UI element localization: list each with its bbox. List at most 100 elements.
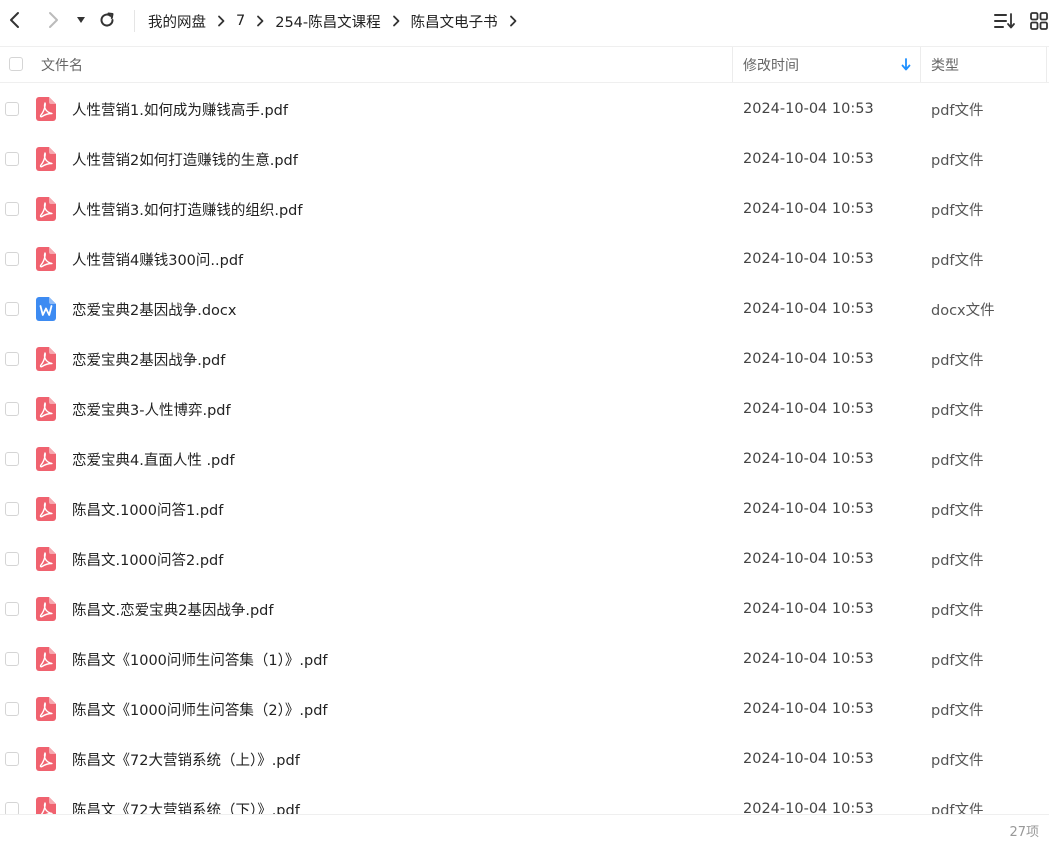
column-divider[interactable] bbox=[1046, 47, 1047, 82]
file-modified-time: 2024-10-04 10:53 bbox=[743, 251, 874, 267]
row-checkbox[interactable] bbox=[5, 252, 19, 266]
file-modified-time: 2024-10-04 10:53 bbox=[743, 301, 874, 317]
file-type: pdf文件 bbox=[931, 102, 984, 119]
row-checkbox[interactable] bbox=[5, 702, 19, 716]
word-icon bbox=[36, 297, 56, 321]
row-checkbox[interactable] bbox=[5, 302, 19, 316]
forward-button[interactable] bbox=[42, 9, 64, 31]
file-modified-time: 2024-10-04 10:53 bbox=[743, 601, 874, 617]
file-list: 人性营销1.如何成为赚钱高手.pdf 2024-10-04 10:53 pdf文件人… bbox=[0, 84, 1049, 814]
table-row[interactable]: 陈昌文《72大营销系统（上）》.pdf 2024-10-04 10:53 pdf文件 bbox=[0, 734, 1049, 784]
file-name[interactable]: 人性营销4赚钱300问..pdf bbox=[72, 234, 243, 284]
row-checkbox[interactable] bbox=[5, 602, 19, 616]
chevron-right-icon[interactable] bbox=[508, 15, 518, 27]
row-checkbox[interactable] bbox=[5, 502, 19, 516]
pdf-icon bbox=[36, 497, 56, 521]
sort-desc-arrow-icon[interactable] bbox=[901, 47, 911, 82]
table-row[interactable]: 陈昌文.1000问答1.pdf 2024-10-04 10:53 pdf文件 bbox=[0, 484, 1049, 534]
table-row[interactable]: 恋爱宝典2基因战争.pdf 2024-10-04 10:53 pdf文件 bbox=[0, 334, 1049, 384]
row-checkbox[interactable] bbox=[5, 752, 19, 766]
refresh-button[interactable] bbox=[96, 9, 118, 31]
table-row[interactable]: 陈昌文《1000问师生问答集（1）》.pdf 2024-10-04 10:53 pd… bbox=[0, 634, 1049, 684]
file-name[interactable]: 陈昌文.1000问答1.pdf bbox=[72, 484, 223, 534]
grid-view-button[interactable] bbox=[1027, 10, 1049, 32]
sort-button[interactable] bbox=[993, 10, 1017, 32]
breadcrumb-item-ebooks[interactable]: 陈昌文电子书 bbox=[411, 11, 498, 32]
table-row[interactable]: 人性营销3.如何打造赚钱的组织.pdf 2024-10-04 10:53 pdf文件 bbox=[0, 184, 1049, 234]
file-modified-time: 2024-10-04 10:53 bbox=[743, 551, 874, 567]
table-row[interactable]: 恋爱宝典2基因战争.docx 2024-10-04 10:53 docx文件 bbox=[0, 284, 1049, 334]
item-count: 27项 bbox=[1009, 824, 1039, 840]
file-type: docx文件 bbox=[931, 302, 995, 319]
row-checkbox[interactable] bbox=[5, 352, 19, 366]
pdf-icon bbox=[36, 597, 56, 621]
row-checkbox[interactable] bbox=[5, 452, 19, 466]
row-checkbox[interactable] bbox=[5, 552, 19, 566]
pdf-icon bbox=[36, 547, 56, 571]
select-all-checkbox[interactable] bbox=[9, 57, 23, 71]
table-row[interactable]: 陈昌文《1000问师生问答集（2）》.pdf 2024-10-04 10:53 pd… bbox=[0, 684, 1049, 734]
chevron-right-icon bbox=[255, 15, 265, 27]
sort-list-icon bbox=[994, 13, 1015, 29]
file-type: pdf文件 bbox=[931, 702, 984, 719]
table-row[interactable]: 恋爱宝典3-人性博弈.pdf 2024-10-04 10:53 pdf文件 bbox=[0, 384, 1049, 434]
file-name[interactable]: 陈昌文.恋爱宝典2基因战争.pdf bbox=[72, 584, 273, 634]
toolbar: 我的网盘 7 254-陈昌文课程 陈昌文电子书 bbox=[0, 0, 1049, 42]
pdf-icon bbox=[36, 697, 56, 721]
file-name[interactable]: 人性营销2如何打造赚钱的生意.pdf bbox=[72, 134, 298, 184]
file-type: pdf文件 bbox=[931, 552, 984, 569]
pdf-icon bbox=[36, 397, 56, 421]
row-checkbox[interactable] bbox=[5, 652, 19, 666]
column-header-modified[interactable]: 修改时间 bbox=[743, 47, 799, 82]
file-name[interactable]: 陈昌文《1000问师生问答集（1）》.pdf bbox=[72, 634, 328, 684]
file-type: pdf文件 bbox=[931, 352, 984, 369]
table-row[interactable]: 陈昌文《72大营销系统（下）》.pdf 2024-10-04 10:53 pdf文件 bbox=[0, 784, 1049, 814]
row-checkbox[interactable] bbox=[5, 802, 19, 814]
file-modified-time: 2024-10-04 10:53 bbox=[743, 801, 874, 814]
file-type: pdf文件 bbox=[931, 402, 984, 419]
history-dropdown-button[interactable] bbox=[70, 9, 92, 31]
pdf-icon bbox=[36, 797, 56, 814]
file-name[interactable]: 陈昌文《72大营销系统（下）》.pdf bbox=[72, 784, 300, 815]
file-type: pdf文件 bbox=[931, 152, 984, 169]
column-header-type[interactable]: 类型 bbox=[931, 47, 959, 82]
file-type: pdf文件 bbox=[931, 752, 984, 769]
file-name[interactable]: 陈昌文《1000问师生问答集（2）》.pdf bbox=[72, 684, 328, 734]
file-name[interactable]: 恋爱宝典3-人性博弈.pdf bbox=[72, 384, 231, 434]
file-name[interactable]: 陈昌文《72大营销系统（上）》.pdf bbox=[72, 734, 300, 784]
chevron-right-icon bbox=[216, 15, 226, 27]
file-type: pdf文件 bbox=[931, 202, 984, 219]
file-modified-time: 2024-10-04 10:53 bbox=[743, 651, 874, 667]
column-header-name[interactable]: 文件名 bbox=[41, 47, 83, 82]
file-modified-time: 2024-10-04 10:53 bbox=[743, 751, 874, 767]
file-name[interactable]: 人性营销3.如何打造赚钱的组织.pdf bbox=[72, 184, 302, 234]
breadcrumb-item-root[interactable]: 我的网盘 bbox=[148, 11, 206, 32]
breadcrumb-item-7[interactable]: 7 bbox=[236, 13, 245, 29]
table-row[interactable]: 人性营销2如何打造赚钱的生意.pdf 2024-10-04 10:53 pdf文件 bbox=[0, 134, 1049, 184]
file-name[interactable]: 恋爱宝典2基因战争.pdf bbox=[72, 334, 225, 384]
file-modified-time: 2024-10-04 10:53 bbox=[743, 151, 874, 167]
table-row[interactable]: 陈昌文.恋爱宝典2基因战争.pdf 2024-10-04 10:53 pdf文件 bbox=[0, 584, 1049, 634]
table-row[interactable]: 人性营销4赚钱300问..pdf 2024-10-04 10:53 pdf文件 bbox=[0, 234, 1049, 284]
file-modified-time: 2024-10-04 10:53 bbox=[743, 701, 874, 717]
chevron-right-icon bbox=[49, 12, 58, 28]
file-name[interactable]: 恋爱宝典2基因战争.docx bbox=[72, 284, 236, 334]
row-checkbox[interactable] bbox=[5, 402, 19, 416]
back-button[interactable] bbox=[4, 9, 26, 31]
row-checkbox[interactable] bbox=[5, 102, 19, 116]
file-name[interactable]: 恋爱宝典4.直面人性 .pdf bbox=[72, 434, 235, 484]
column-divider[interactable] bbox=[732, 47, 733, 82]
row-checkbox[interactable] bbox=[5, 152, 19, 166]
file-type: pdf文件 bbox=[931, 452, 984, 469]
breadcrumb-item-course[interactable]: 254-陈昌文课程 bbox=[275, 11, 380, 32]
table-row[interactable]: 陈昌文.1000问答2.pdf 2024-10-04 10:53 pdf文件 bbox=[0, 534, 1049, 584]
table-row[interactable]: 恋爱宝典4.直面人性 .pdf 2024-10-04 10:53 pdf文件 bbox=[0, 434, 1049, 484]
file-name[interactable]: 陈昌文.1000问答2.pdf bbox=[72, 534, 223, 584]
column-divider[interactable] bbox=[920, 47, 921, 82]
table-row[interactable]: 人性营销1.如何成为赚钱高手.pdf 2024-10-04 10:53 pdf文件 bbox=[0, 84, 1049, 134]
file-name[interactable]: 人性营销1.如何成为赚钱高手.pdf bbox=[72, 84, 288, 134]
pdf-icon bbox=[36, 247, 56, 271]
pdf-icon bbox=[36, 197, 56, 221]
file-type: pdf文件 bbox=[931, 802, 984, 815]
row-checkbox[interactable] bbox=[5, 202, 19, 216]
